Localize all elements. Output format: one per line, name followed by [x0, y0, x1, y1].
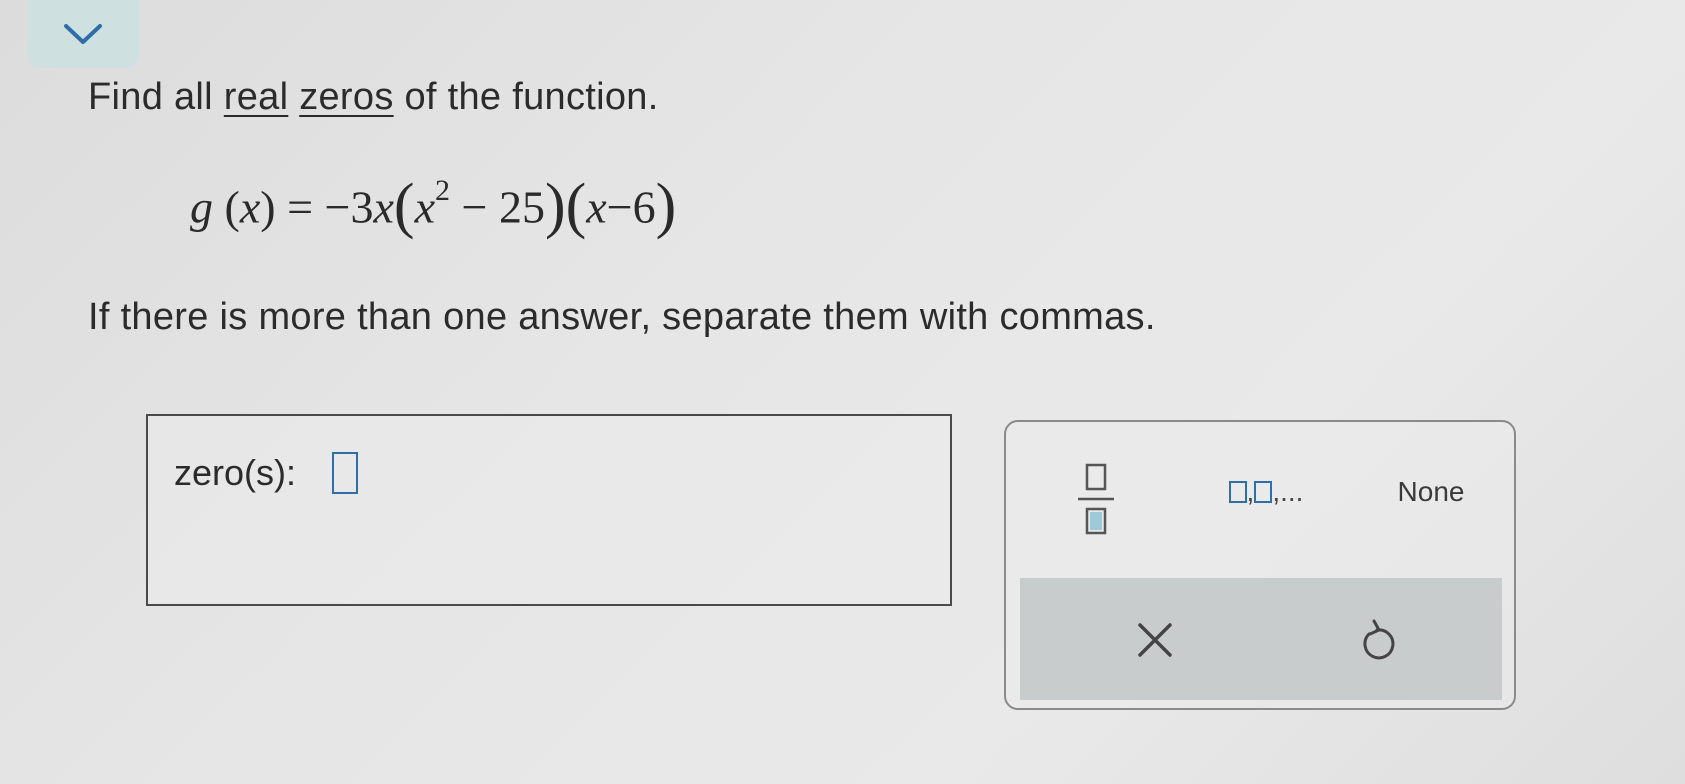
clear-button[interactable]	[1110, 600, 1200, 680]
equation-var: x	[414, 181, 435, 233]
undo-icon	[1363, 619, 1395, 660]
answer-label: zero(s):	[174, 452, 297, 493]
chevron-down-icon	[64, 24, 102, 44]
constant-25: 25	[498, 181, 545, 233]
list-comma: ,	[1272, 476, 1281, 507]
function-equation: g (x) = −3x(x2 − 25)(x−6)	[190, 172, 677, 241]
equals-sign: =	[287, 181, 314, 233]
equation-var: x	[586, 181, 607, 233]
exponent: 2	[434, 174, 450, 207]
fraction-icon	[1078, 463, 1114, 535]
zeros-link[interactable]: zeros	[299, 76, 393, 118]
minus-sign: −	[606, 181, 633, 233]
none-button[interactable]: None	[1376, 464, 1486, 520]
equation-var: x	[373, 181, 394, 233]
clear-icon	[1138, 623, 1172, 657]
instruction-text: If there is more than one answer, separa…	[88, 296, 1156, 338]
undo-button[interactable]	[1332, 600, 1422, 680]
coefficient: −3	[324, 181, 374, 233]
answer-area: zero(s):	[146, 414, 952, 606]
list-comma: ,	[1246, 476, 1255, 507]
math-keypad: ,,... None	[1004, 420, 1516, 710]
minus-sign: −	[461, 181, 488, 233]
collapse-button[interactable]	[27, 0, 139, 68]
question-prefix: Find all	[88, 76, 213, 118]
question-suffix: of the function.	[404, 76, 659, 118]
answer-input[interactable]	[332, 452, 358, 494]
list-button[interactable]: ,,...	[1206, 464, 1326, 520]
list-box-icon	[1228, 481, 1247, 503]
equation-var: x	[239, 181, 261, 233]
constant-6: 6	[632, 181, 656, 233]
action-bar	[1020, 578, 1502, 700]
list-ellipsis: ...	[1280, 476, 1304, 507]
list-box-icon	[1254, 481, 1273, 503]
function-name: g	[190, 181, 213, 233]
question-text: Find all real zeros of the function.	[88, 76, 659, 119]
real-link[interactable]: real	[224, 76, 289, 118]
fraction-button[interactable]	[1064, 454, 1128, 544]
